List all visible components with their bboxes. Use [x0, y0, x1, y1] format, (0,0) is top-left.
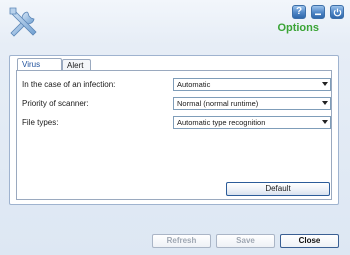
power-button[interactable] [330, 5, 344, 19]
scanner-priority-select[interactable]: Normal (normal runtime) [173, 97, 331, 110]
minimize-button[interactable] [311, 5, 325, 19]
tools-icon [6, 4, 42, 38]
page-title: Options [277, 22, 319, 34]
default-button[interactable]: Default [226, 182, 330, 196]
scanner-priority-value: Normal (normal runtime) [177, 99, 259, 108]
close-button[interactable]: Close [280, 234, 339, 248]
minimize-icon [315, 13, 321, 16]
header-bar: ? Options [0, 0, 350, 44]
help-icon: ? [295, 6, 303, 17]
chevron-down-icon[interactable] [320, 118, 329, 127]
file-types-select[interactable]: Automatic type recognition [173, 116, 331, 129]
scanner-priority-label: Priority of scanner: [22, 99, 89, 108]
file-types-value: Automatic type recognition [177, 118, 266, 127]
file-types-label: File types: [22, 118, 59, 127]
save-button[interactable]: Save [216, 234, 275, 248]
tab-page-virus-scan: In the case of an infection: Automatic P… [16, 70, 332, 200]
refresh-button[interactable]: Refresh [152, 234, 211, 248]
tab-alert[interactable]: Alert [62, 59, 91, 70]
options-panel: Virus Scan Alert In the case of an infec… [9, 55, 339, 205]
infection-action-value: Automatic [177, 80, 211, 89]
chevron-down-icon[interactable] [320, 99, 329, 108]
help-button[interactable]: ? [292, 5, 306, 19]
chevron-down-icon[interactable] [320, 80, 329, 89]
power-icon [333, 8, 341, 17]
infection-action-label: In the case of an infection: [22, 80, 116, 89]
infection-action-select[interactable]: Automatic [173, 78, 331, 91]
